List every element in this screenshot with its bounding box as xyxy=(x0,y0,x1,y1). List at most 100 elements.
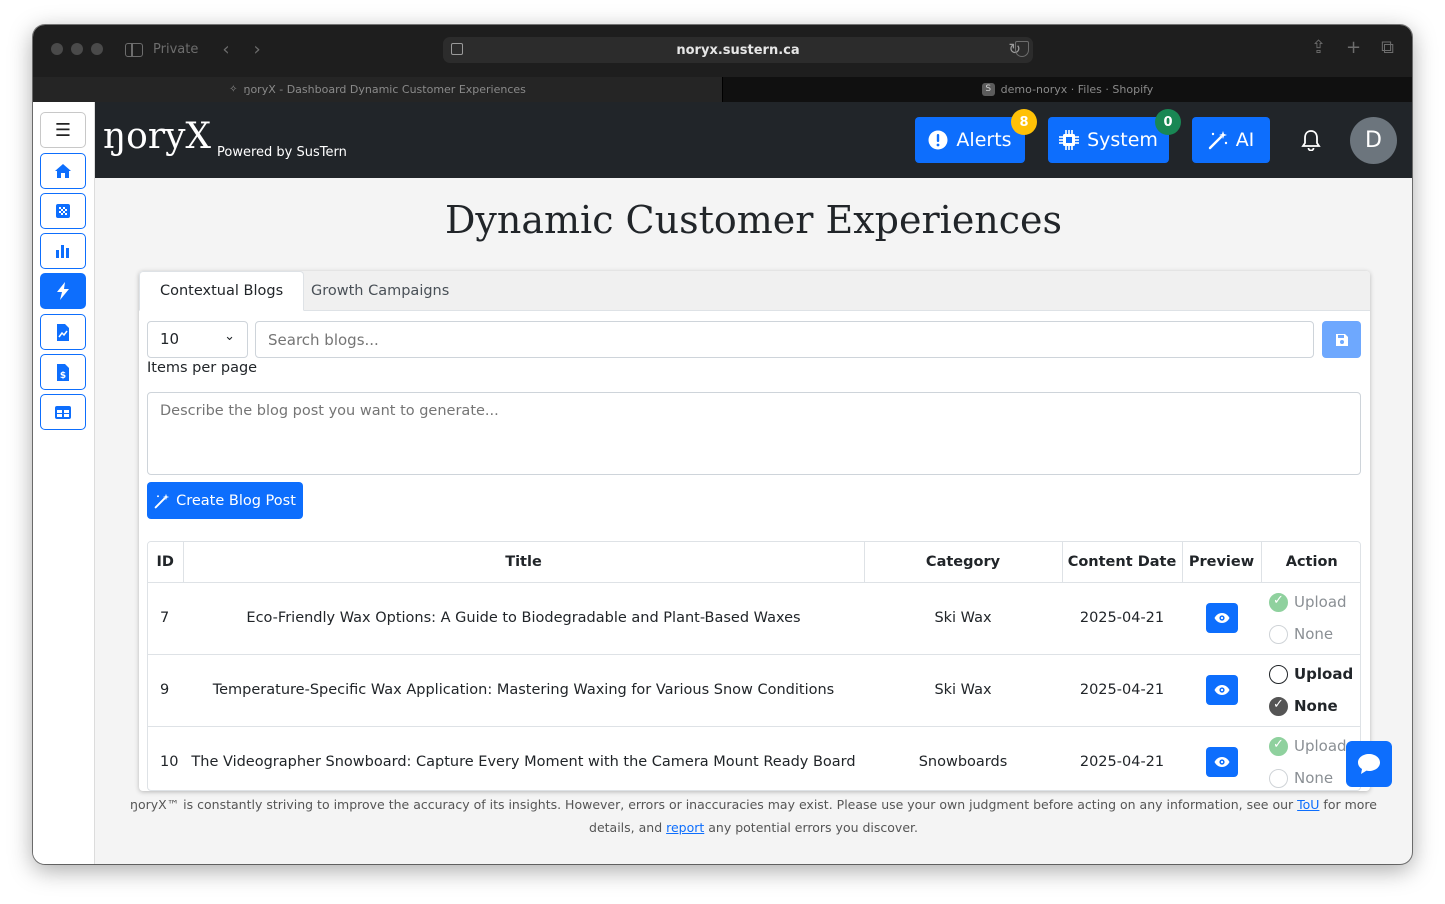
user-avatar[interactable]: D xyxy=(1350,117,1397,164)
url-text: noryx.sustern.ca xyxy=(676,42,800,58)
row-title: Temperature-Specific Wax Application: Ma… xyxy=(183,654,864,727)
row-action-cell: Upload None xyxy=(1261,654,1360,727)
forward-icon[interactable]: › xyxy=(254,39,261,60)
tab-growth-campaigns[interactable]: Growth Campaigns xyxy=(291,271,469,311)
items-per-page-label: Items per page xyxy=(147,360,258,376)
magic-wand-icon xyxy=(154,493,170,508)
app-sidebar: ☰ $ xyxy=(33,102,95,864)
preview-button[interactable] xyxy=(1205,675,1238,705)
chat-button[interactable] xyxy=(1346,741,1392,787)
address-bar[interactable]: noryx.sustern.ca ↻ xyxy=(443,37,1033,63)
column-header-category[interactable]: Category xyxy=(864,542,1063,583)
home-icon xyxy=(55,164,71,178)
items-per-page-select[interactable]: 10 ⌄ xyxy=(147,321,248,358)
back-icon[interactable]: ‹ xyxy=(222,39,229,60)
browser-tab-noryx[interactable]: ✧ ŋoryX - Dashboard Dynamic Customer Exp… xyxy=(33,77,723,102)
sidebar-toggle-icon[interactable] xyxy=(125,42,143,57)
items-per-page-value: 10 xyxy=(160,330,180,348)
none-radio[interactable]: None xyxy=(1269,690,1360,722)
new-tab-icon[interactable]: + xyxy=(1346,37,1361,58)
blogs-table-container[interactable]: ID Title Category Content Date Preview A… xyxy=(147,541,1361,791)
radio-unchecked-icon xyxy=(1269,768,1288,788)
system-button[interactable]: System 0 xyxy=(1048,109,1181,163)
privacy-shield-icon[interactable] xyxy=(1015,41,1029,57)
row-content-date: 2025-04-21 xyxy=(1062,582,1182,655)
save-button[interactable] xyxy=(1322,321,1361,358)
preview-button[interactable] xyxy=(1205,747,1238,777)
upload-radio[interactable]: Upload xyxy=(1269,658,1360,690)
browser-toolbar-right: ⇪ + ⧉ xyxy=(1311,37,1394,58)
upload-radio: Upload xyxy=(1269,586,1360,618)
bell-icon[interactable] xyxy=(1301,129,1321,151)
table-icon xyxy=(55,405,71,419)
minimize-window-button[interactable] xyxy=(71,43,83,55)
cpu-icon xyxy=(1059,130,1080,150)
tab-overview-icon[interactable]: ⧉ xyxy=(1381,37,1394,58)
eye-icon xyxy=(1214,757,1229,767)
lightning-icon xyxy=(57,282,69,300)
sidebar-item-tables[interactable] xyxy=(40,394,86,430)
row-id: 10 xyxy=(148,726,183,790)
row-preview-cell xyxy=(1182,726,1261,790)
row-title: Eco-Friendly Wax Options: A Guide to Bio… xyxy=(183,582,864,655)
browser-window: Private ‹ › noryx.sustern.ca ↻ ⇪ + ⧉ ✧ ŋ… xyxy=(33,25,1412,864)
alerts-count-badge: 8 xyxy=(1011,109,1037,135)
none-radio-label: None xyxy=(1294,625,1334,643)
row-id: 7 xyxy=(148,582,183,655)
upload-radio-label: Upload xyxy=(1294,593,1347,611)
system-count-badge: 0 xyxy=(1155,109,1181,135)
report-link[interactable]: report xyxy=(666,820,704,835)
sidebar-item-home[interactable] xyxy=(40,153,86,189)
svg-text:$: $ xyxy=(60,371,66,381)
ai-label: AI xyxy=(1235,129,1255,151)
site-settings-icon[interactable] xyxy=(451,43,463,55)
radio-checked-icon xyxy=(1269,736,1288,756)
sidebar-item-analytics[interactable] xyxy=(40,233,86,269)
grid-icon xyxy=(56,204,70,218)
browser-toolbar-left: Private ‹ › xyxy=(125,39,261,60)
sidebar-item-billing[interactable]: $ xyxy=(40,354,86,390)
alerts-button[interactable]: Alerts 8 xyxy=(915,109,1037,163)
preview-button[interactable] xyxy=(1205,603,1238,633)
browser-tab-shopify[interactable]: S demo-noryx · Files · Shopify xyxy=(723,77,1412,102)
tab-contextual-blogs[interactable]: Contextual Blogs xyxy=(139,271,305,311)
none-radio-label: None xyxy=(1294,697,1338,715)
app-header: ŋoryX Powered by SusTern Alerts 8 System… xyxy=(95,102,1412,178)
app-logo[interactable]: ŋoryX xyxy=(103,116,211,157)
tab-title: demo-noryx · Files · Shopify xyxy=(1000,83,1154,96)
close-window-button[interactable] xyxy=(51,43,63,55)
row-content-date: 2025-04-21 xyxy=(1062,726,1182,790)
sidebar-item-reports[interactable] xyxy=(40,314,86,350)
share-icon[interactable]: ⇪ xyxy=(1311,37,1326,58)
row-category: Ski Wax xyxy=(864,582,1062,655)
create-blog-post-button[interactable]: Create Blog Post xyxy=(147,482,303,519)
floppy-disk-icon xyxy=(1335,333,1348,346)
ai-button[interactable]: AI xyxy=(1192,117,1270,163)
sidebar-item-grid[interactable] xyxy=(40,193,86,229)
radio-checked-icon xyxy=(1269,696,1288,716)
card-tabs: Contextual Blogs Growth Campaigns xyxy=(139,271,1370,311)
alerts-label: Alerts xyxy=(956,129,1012,151)
radio-unchecked-icon xyxy=(1269,624,1288,644)
column-header-id[interactable]: ID xyxy=(148,542,184,583)
menu-button[interactable]: ☰ xyxy=(40,112,86,148)
search-input[interactable] xyxy=(255,321,1314,358)
tou-link[interactable]: ToU xyxy=(1297,797,1319,812)
row-category: Ski Wax xyxy=(864,654,1062,727)
column-header-preview: Preview xyxy=(1182,542,1262,583)
upload-radio-label: Upload xyxy=(1294,737,1347,755)
column-header-content-date[interactable]: Content Date xyxy=(1062,542,1183,583)
eye-icon xyxy=(1214,685,1229,695)
row-preview-cell xyxy=(1182,582,1261,655)
upload-radio-label: Upload xyxy=(1294,665,1354,683)
row-title: The Videographer Snowboard: Capture Ever… xyxy=(183,726,864,790)
browser-tabs: ✧ ŋoryX - Dashboard Dynamic Customer Exp… xyxy=(33,77,1412,102)
column-header-title[interactable]: Title xyxy=(183,542,865,583)
blog-prompt-textarea[interactable] xyxy=(147,392,1361,475)
window-controls xyxy=(51,43,103,55)
zoom-window-button[interactable] xyxy=(91,43,103,55)
row-preview-cell xyxy=(1182,654,1261,727)
document-chart-icon xyxy=(57,323,69,341)
sidebar-item-experiences[interactable] xyxy=(40,273,86,309)
browser-chrome: Private ‹ › noryx.sustern.ca ↻ ⇪ + ⧉ ✧ ŋ… xyxy=(33,25,1412,102)
